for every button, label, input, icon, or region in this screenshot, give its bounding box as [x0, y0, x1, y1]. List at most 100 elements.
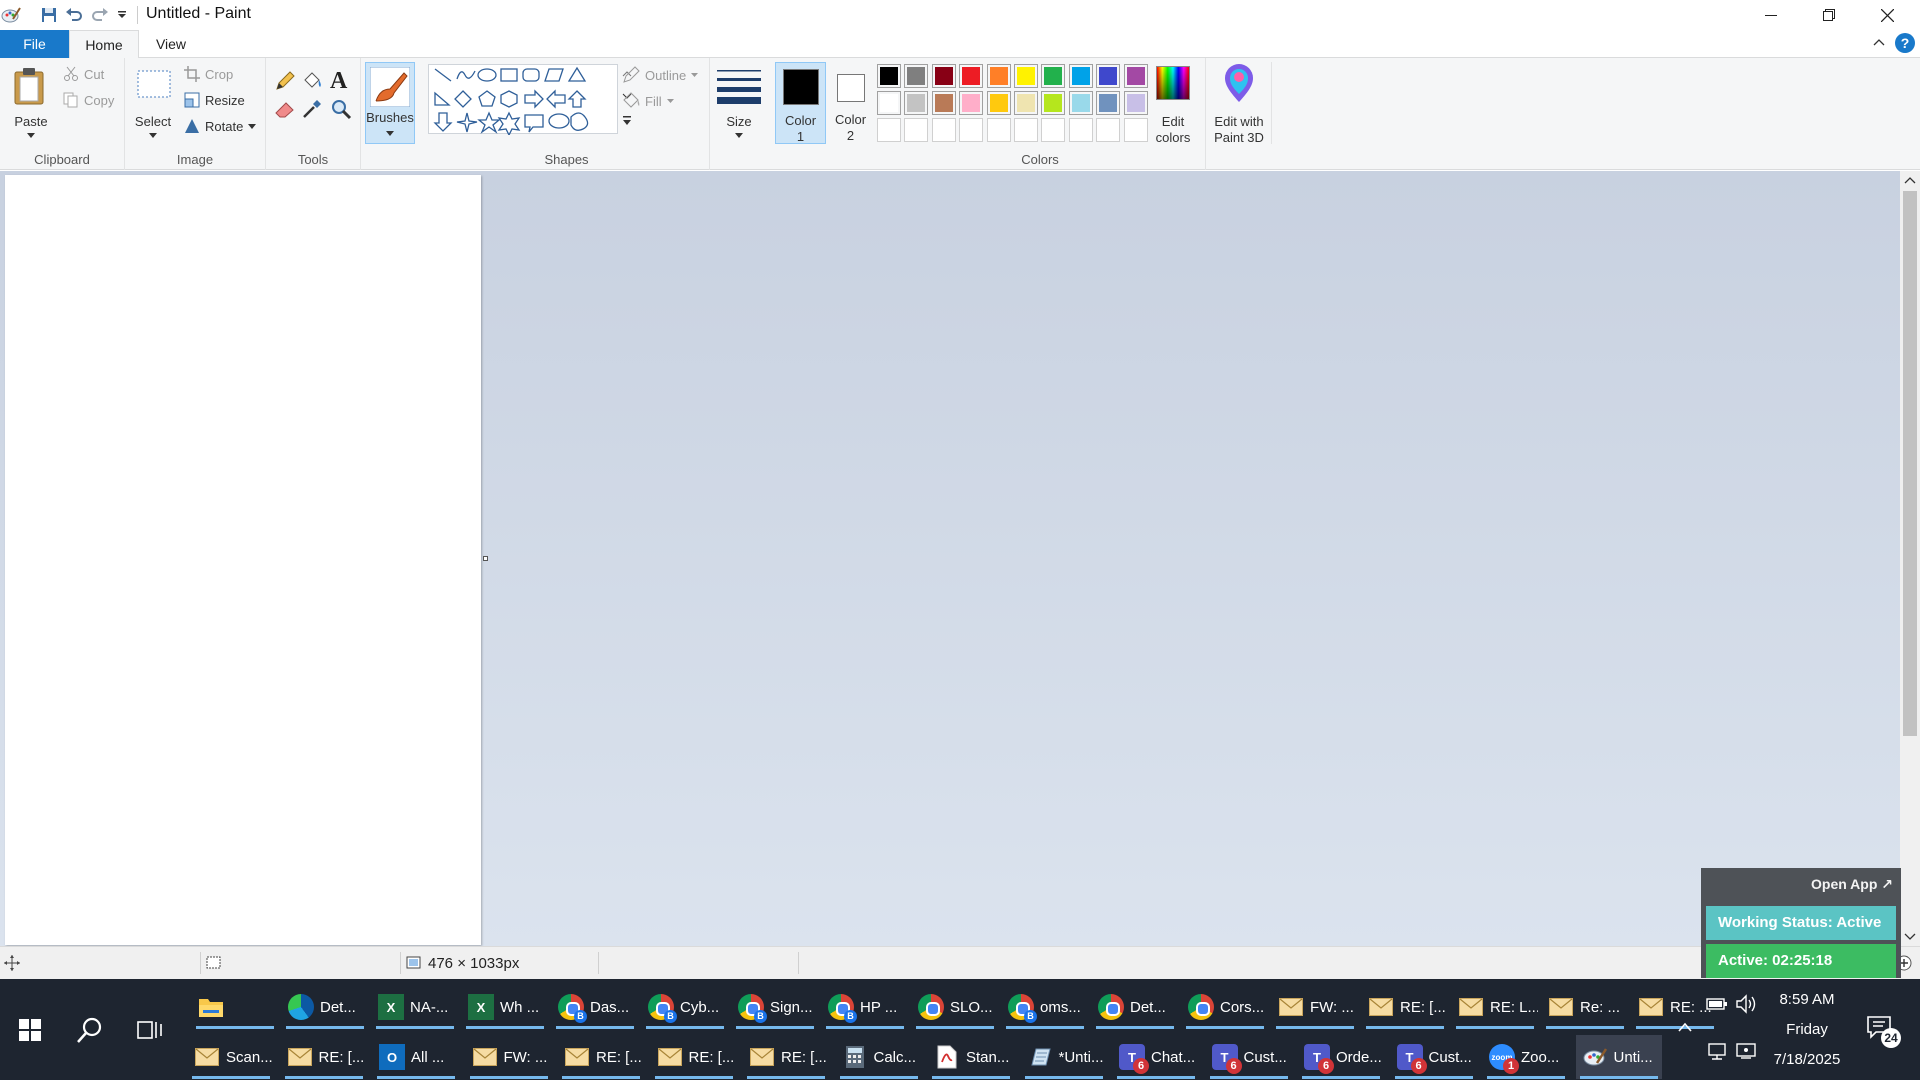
- shapes-gallery[interactable]: [428, 64, 618, 137]
- battery-icon[interactable]: [1706, 996, 1728, 1012]
- cut-button[interactable]: Cut: [63, 66, 104, 82]
- start-button[interactable]: [0, 979, 60, 1080]
- taskbar-app-button[interactable]: *Unti...: [1021, 1035, 1107, 1079]
- open-app-link[interactable]: Open App ↗: [1811, 876, 1893, 893]
- fill-button[interactable]: Fill: [622, 92, 674, 110]
- taskbar-app-button[interactable]: X NA-...: [372, 985, 458, 1029]
- minimize-button[interactable]: [1742, 0, 1800, 30]
- size-button[interactable]: Size: [714, 62, 764, 144]
- taskbar-app-button[interactable]: Stan...: [928, 1035, 1014, 1079]
- taskbar-app-button[interactable]: RE: [...: [743, 1035, 829, 1079]
- palette-swatch[interactable]: [1123, 91, 1148, 115]
- customize-qat-icon[interactable]: [111, 4, 133, 26]
- taskbar-app-button[interactable]: FW: ...: [466, 1035, 552, 1079]
- taskbar-app-button[interactable]: SLO...: [912, 985, 998, 1029]
- edit-with-paint3d-button[interactable]: Edit with Paint 3D: [1206, 62, 1272, 145]
- tab-view[interactable]: View: [139, 30, 203, 58]
- fill-bucket-icon[interactable]: [301, 70, 323, 95]
- taskbar-app-button[interactable]: Det...: [282, 985, 368, 1029]
- undo-icon[interactable]: [63, 4, 85, 26]
- taskbar-app-button[interactable]: RE: L...: [1452, 985, 1538, 1029]
- taskbar-app-button[interactable]: [192, 985, 278, 1029]
- clock-time[interactable]: 8:59 AM: [1762, 991, 1852, 1008]
- taskbar-app-button[interactable]: Sign...: [732, 985, 818, 1029]
- palette-swatch[interactable]: [1041, 118, 1066, 142]
- magnifier-icon[interactable]: [330, 98, 352, 123]
- palette-swatch[interactable]: [959, 91, 984, 115]
- palette-swatch[interactable]: [986, 64, 1011, 88]
- network-icon[interactable]: [1706, 1042, 1728, 1060]
- taskbar-app-button[interactable]: zoom 1 Zoo...: [1483, 1035, 1569, 1079]
- palette-swatch[interactable]: [904, 64, 929, 88]
- palette-swatch[interactable]: [877, 64, 901, 88]
- palette-swatch[interactable]: [1014, 64, 1038, 88]
- rotate-button[interactable]: Rotate: [184, 118, 257, 134]
- vertical-scroll-thumb[interactable]: [1903, 191, 1917, 736]
- chevron-up-icon[interactable]: [1677, 1021, 1693, 1033]
- palette-swatch[interactable]: [1068, 91, 1093, 115]
- clock-date[interactable]: 7/18/2025: [1762, 1051, 1852, 1068]
- palette-swatch[interactable]: [931, 64, 956, 88]
- palette-swatch[interactable]: [931, 91, 956, 115]
- palette-swatch[interactable]: [1096, 91, 1121, 115]
- taskbar-app-button[interactable]: HP ...: [822, 985, 908, 1029]
- palette-swatch[interactable]: [986, 118, 1011, 142]
- save-icon[interactable]: [38, 4, 60, 26]
- taskbar-app-button[interactable]: Unti...: [1575, 1035, 1662, 1079]
- edit-colors-button[interactable]: Edit colors: [1148, 62, 1198, 145]
- speaker-icon[interactable]: [1735, 994, 1757, 1014]
- vertical-scrollbar[interactable]: [1900, 171, 1920, 946]
- taskbar-app-button[interactable]: RE: [...: [651, 1035, 737, 1079]
- palette-swatch[interactable]: [1096, 118, 1121, 142]
- crop-button[interactable]: Crop: [184, 66, 233, 82]
- taskbar-app-button[interactable]: Re: ...: [1542, 985, 1628, 1029]
- palette-swatch[interactable]: [1041, 91, 1066, 115]
- tab-file[interactable]: File: [0, 30, 69, 58]
- taskbar-app-button[interactable]: oms...: [1002, 985, 1088, 1029]
- paste-button[interactable]: Paste: [8, 62, 54, 142]
- palette-swatch[interactable]: [986, 91, 1011, 115]
- palette-swatch[interactable]: [877, 91, 901, 115]
- close-button[interactable]: [1858, 0, 1916, 30]
- taskbar-app-button[interactable]: Det...: [1092, 985, 1178, 1029]
- task-view-button[interactable]: [122, 979, 178, 1080]
- restore-button[interactable]: [1800, 0, 1858, 30]
- taskbar-app-button[interactable]: O All ...: [373, 1035, 459, 1079]
- taskbar-app-button[interactable]: RE: [...: [558, 1035, 644, 1079]
- color2-button[interactable]: Color 2: [826, 62, 875, 144]
- search-button[interactable]: [62, 979, 118, 1080]
- taskbar-app-button[interactable]: Das...: [552, 985, 638, 1029]
- tab-home[interactable]: Home: [69, 30, 139, 59]
- taskbar-app-button[interactable]: T 6 Cust...: [1206, 1035, 1292, 1079]
- palette-swatch[interactable]: [1014, 91, 1038, 115]
- text-tool-icon[interactable]: A: [330, 68, 347, 95]
- taskbar-app-button[interactable]: RE: [...: [281, 1035, 367, 1079]
- taskbar-app-button[interactable]: X Wh ...: [462, 985, 548, 1029]
- taskbar-app-button[interactable]: T 6 Cust...: [1391, 1035, 1477, 1079]
- color1-button[interactable]: Color 1: [775, 62, 826, 144]
- drawing-canvas[interactable]: [5, 175, 488, 945]
- palette-swatch[interactable]: [931, 118, 956, 142]
- notification-center-button[interactable]: 24: [1862, 1009, 1902, 1049]
- pencil-icon[interactable]: [274, 70, 296, 95]
- paint-app-icon[interactable]: [0, 4, 22, 26]
- select-button[interactable]: Select: [131, 62, 175, 142]
- taskbar-app-button[interactable]: Cors...: [1182, 985, 1268, 1029]
- palette-swatch[interactable]: [959, 118, 984, 142]
- palette-swatch[interactable]: [904, 91, 929, 115]
- palette-swatch[interactable]: [1068, 64, 1093, 88]
- display-icon[interactable]: [1735, 1042, 1757, 1060]
- taskbar-app-button[interactable]: T 6 Chat...: [1113, 1035, 1199, 1079]
- outline-button[interactable]: Outline: [622, 66, 699, 84]
- help-icon[interactable]: ?: [1895, 33, 1915, 53]
- taskbar-app-button[interactable]: T 6 Orde...: [1298, 1035, 1384, 1079]
- taskbar-app-button[interactable]: Scan...: [188, 1035, 274, 1079]
- taskbar-app-button[interactable]: Calc...: [836, 1035, 922, 1079]
- resize-handle-right[interactable]: [483, 556, 488, 561]
- palette-swatch[interactable]: [1123, 64, 1148, 88]
- palette-swatch[interactable]: [877, 118, 901, 142]
- palette-swatch[interactable]: [1068, 118, 1093, 142]
- palette-swatch[interactable]: [1041, 64, 1066, 88]
- palette-swatch[interactable]: [1096, 64, 1121, 88]
- color-picker-icon[interactable]: [301, 98, 323, 123]
